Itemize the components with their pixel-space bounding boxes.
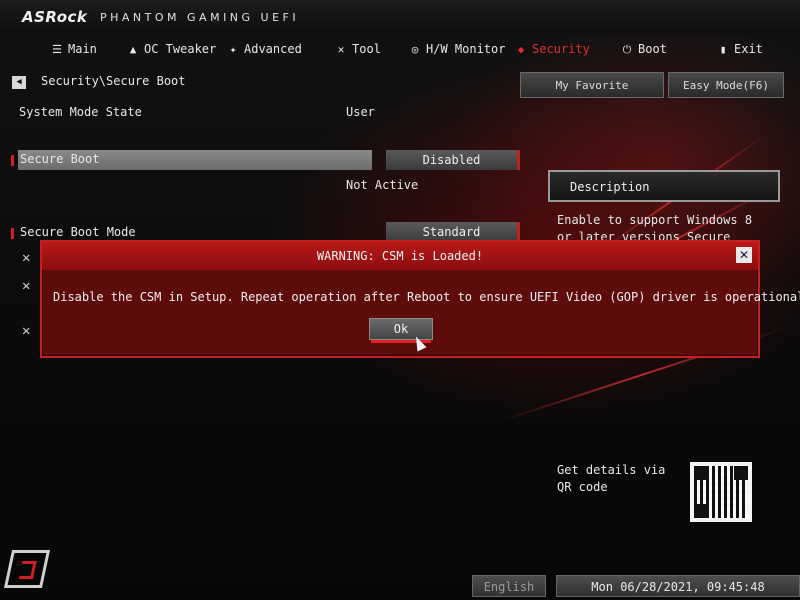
description-title: Description (570, 180, 650, 194)
main-nav: ☰ Main ▲ OC Tweaker ✦ Advanced ✕ Tool ◎ H/W M… (0, 38, 800, 60)
logo-mark (18, 561, 37, 579)
secure-boot-mode-label[interactable]: Secure Boot Mode (20, 225, 136, 239)
qr-pattern (694, 466, 748, 518)
exit-door-icon: ▮ (719, 43, 727, 56)
secure-boot-label: Secure Boot (20, 152, 100, 166)
tools-icon: ✕ (22, 278, 31, 294)
breadcrumb: Security\Secure Boot (41, 74, 186, 88)
easy-mode-button[interactable]: Easy Mode(F6) (668, 72, 784, 98)
shield-icon: ◆ (517, 43, 525, 56)
top-bar: ASRock PHANTOM GAMING UEFI (0, 0, 800, 34)
datetime-display: Mon 06/28/2021, 09:45:48 (556, 575, 800, 597)
tab-label: Main (68, 42, 97, 56)
secure-boot-status: Not Active (346, 178, 419, 192)
tab-label: H/W Monitor (426, 42, 506, 56)
qr-caption: Get details via QR code (557, 463, 666, 494)
list-icon: ☰ (52, 43, 62, 56)
row-marker (11, 228, 14, 239)
star-icon: ✦ (229, 43, 237, 56)
dialog-message: Disable the CSM in Setup. Repeat operati… (53, 290, 800, 304)
tab-advanced[interactable]: ✦ Advanced (226, 38, 302, 60)
tab-label: Advanced (244, 42, 302, 56)
globe-icon: ◎ (411, 43, 419, 56)
tab-label: OC Tweaker (144, 42, 217, 56)
tools-icon: ✕ (22, 250, 31, 266)
tab-tool[interactable]: ✕ Tool (334, 38, 381, 60)
tab-main[interactable]: ☰ Main (50, 38, 97, 60)
phantom-gaming-logo (3, 550, 51, 588)
tools-icon: ✕ (337, 43, 345, 56)
tools-icon: ✕ (22, 323, 31, 339)
dialog-title: WARNING: CSM is Loaded! (316, 249, 484, 263)
close-icon[interactable]: ✕ (736, 247, 752, 263)
tab-boot[interactable]: ⏻ Boot (620, 38, 667, 60)
tab-oc-tweaker[interactable]: ▲ OC Tweaker (126, 38, 217, 60)
tab-label: Exit (734, 42, 763, 56)
rocket-icon: ▲ (129, 43, 137, 56)
tab-label: Boot (638, 42, 667, 56)
brand-logo: ASRock (22, 8, 88, 26)
row-marker (11, 155, 14, 166)
secure-boot-mode-value-button[interactable]: Standard (386, 222, 520, 242)
tab-label: Security (532, 42, 590, 56)
tab-hw-monitor[interactable]: ◎ H/W Monitor (408, 38, 506, 60)
language-button[interactable]: English (472, 575, 546, 597)
tab-label: Tool (352, 42, 381, 56)
csm-warning-dialog: WARNING: CSM is Loaded! ✕ Disable the CS… (40, 240, 800, 358)
system-mode-state-value: User (346, 105, 375, 119)
tab-exit[interactable]: ▮ Exit (716, 38, 763, 60)
ok-button[interactable]: Ok (369, 318, 433, 340)
system-mode-state-label: System Mode State (19, 105, 142, 119)
power-icon: ⏻ (622, 43, 632, 56)
brand-subtitle: PHANTOM GAMING UEFI (100, 11, 300, 24)
back-arrow-icon[interactable]: ◀ (12, 76, 26, 89)
tab-security[interactable]: ◆ Security (514, 38, 590, 60)
secure-boot-value-button[interactable]: Disabled (386, 150, 520, 170)
qr-code (690, 462, 752, 522)
my-favorite-button[interactable]: My Favorite (520, 72, 664, 98)
